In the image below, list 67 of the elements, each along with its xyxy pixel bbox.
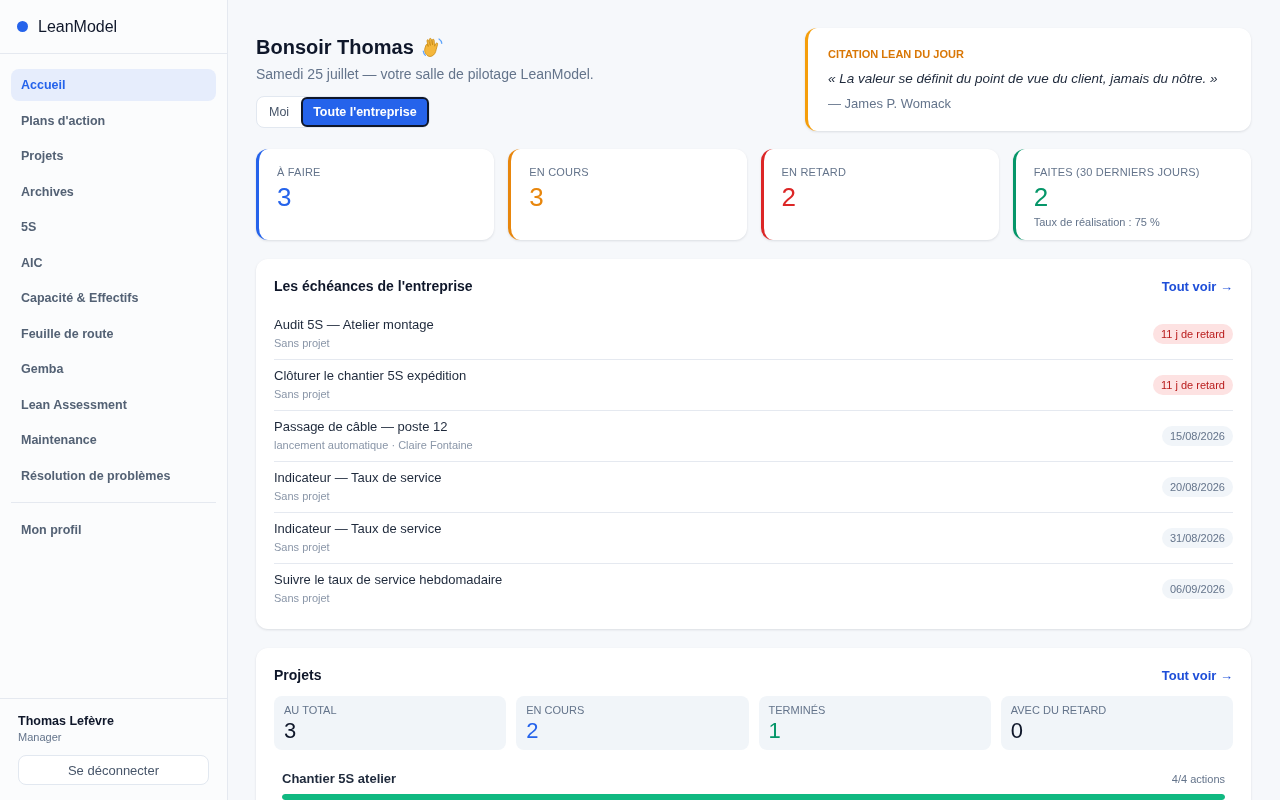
- stat-label: EN COURS: [526, 703, 585, 717]
- nav-item[interactable]: Projets: [11, 140, 216, 172]
- scope-tab[interactable]: Toute l'entreprise: [301, 97, 429, 127]
- stat-value: 2: [781, 181, 796, 213]
- project-name: Chantier 5S atelier: [282, 770, 397, 788]
- nav-item[interactable]: Capacité & Effectifs: [11, 282, 216, 314]
- nav-item[interactable]: Gemba: [11, 353, 216, 385]
- stat-label: À FAIRE: [277, 165, 321, 179]
- stat-value: 2: [526, 717, 539, 745]
- quote-label: CITATION LEAN DU JOUR: [828, 47, 965, 61]
- see-all-link[interactable]: Tout voir →: [1161, 278, 1233, 294]
- greeting-subtitle: Samedi 25 juillet — votre salle de pilotage LeanModel.: [256, 65, 594, 84]
- task-subtitle: Sans projet: [274, 489, 330, 504]
- task-title: Clôturer le chantier 5S expédition: [274, 367, 467, 385]
- project-count: 4/4 actions: [1171, 772, 1225, 786]
- task-title: Passage de câble — poste 12: [274, 418, 448, 436]
- brand-name: LeanModel: [38, 17, 118, 36]
- nav-item[interactable]: Archives: [11, 175, 216, 208]
- due-date-tag: 20/08/2026: [1161, 476, 1233, 497]
- stat-label: FAITES (30 DERNIERS JOURS): [1033, 165, 1200, 179]
- task-title: Suivre le taux de service hebdomadaire: [274, 571, 503, 589]
- task-subtitle: Sans projet: [274, 387, 330, 402]
- stat-label: AU TOTAL: [284, 703, 337, 717]
- overdue-tag: 11 j de retard: [1153, 374, 1233, 395]
- logout-button[interactable]: Se déconnecter: [18, 755, 209, 785]
- due-date-tag: 15/08/2026: [1161, 425, 1233, 446]
- nav-item[interactable]: Lean Assessment: [11, 388, 216, 421]
- task-title: Indicateur — Taux de service: [274, 520, 442, 538]
- overdue-tag: 11 j de retard: [1153, 323, 1233, 344]
- nav-item[interactable]: AIC: [11, 246, 216, 279]
- due-date-tag: 06/09/2026: [1161, 578, 1233, 599]
- see-all-link[interactable]: Tout voir →: [1161, 667, 1233, 683]
- quote-text: « La valeur se définit du point de vue du client, jamais du nôtre. »: [828, 70, 1219, 88]
- stat-label: EN COURS: [529, 165, 589, 179]
- nav-item[interactable]: Résolution de problèmes: [11, 459, 216, 492]
- task-subtitle: Sans projet: [274, 540, 330, 555]
- task-subtitle: Sans projet: [274, 336, 330, 351]
- stat-value: 3: [284, 717, 297, 745]
- nav-item[interactable]: Feuille de route: [11, 317, 216, 350]
- task-title: Indicateur — Taux de service: [274, 469, 442, 487]
- nav-item[interactable]: Maintenance: [11, 424, 216, 456]
- task-subtitle: Sans projet: [274, 591, 330, 606]
- card-title: Projets: [274, 667, 322, 683]
- stat-value: 3: [277, 181, 292, 213]
- waving-hand-icon: [421, 36, 443, 58]
- nav-item[interactable]: 5S: [11, 211, 216, 243]
- quote-author: — James P. Womack: [828, 95, 953, 113]
- task-title: Audit 5S — Atelier montage: [274, 316, 434, 334]
- user-name: Thomas Lefèvre: [18, 713, 115, 729]
- stat-label: AVEC DU RETARD: [1010, 703, 1107, 717]
- task-subtitle: lancement automatique · Claire Fontaine: [274, 438, 473, 453]
- card-title: Les échéances de l'entreprise: [274, 278, 473, 294]
- stat-label: TERMINÉS: [768, 703, 826, 717]
- due-date-tag: 31/08/2026: [1161, 527, 1233, 548]
- nav-item[interactable]: Mon profil: [11, 513, 216, 546]
- greeting-title: Bonsoir Thomas: [256, 35, 414, 60]
- nav-item[interactable]: Accueil: [11, 69, 216, 101]
- user-role: Manager: [18, 730, 63, 744]
- stat-value: 0: [1010, 717, 1023, 745]
- nav-item[interactable]: Plans d'action: [11, 104, 216, 137]
- stat-label: EN RETARD: [781, 165, 847, 179]
- stat-value: 1: [768, 717, 781, 745]
- stat-note: Taux de réalisation : 75 %: [1033, 215, 1160, 229]
- stat-value: 3: [529, 181, 544, 213]
- scope-tab[interactable]: Moi: [257, 97, 302, 127]
- brand-dot-icon: [17, 21, 28, 32]
- stat-value: 2: [1033, 181, 1049, 213]
